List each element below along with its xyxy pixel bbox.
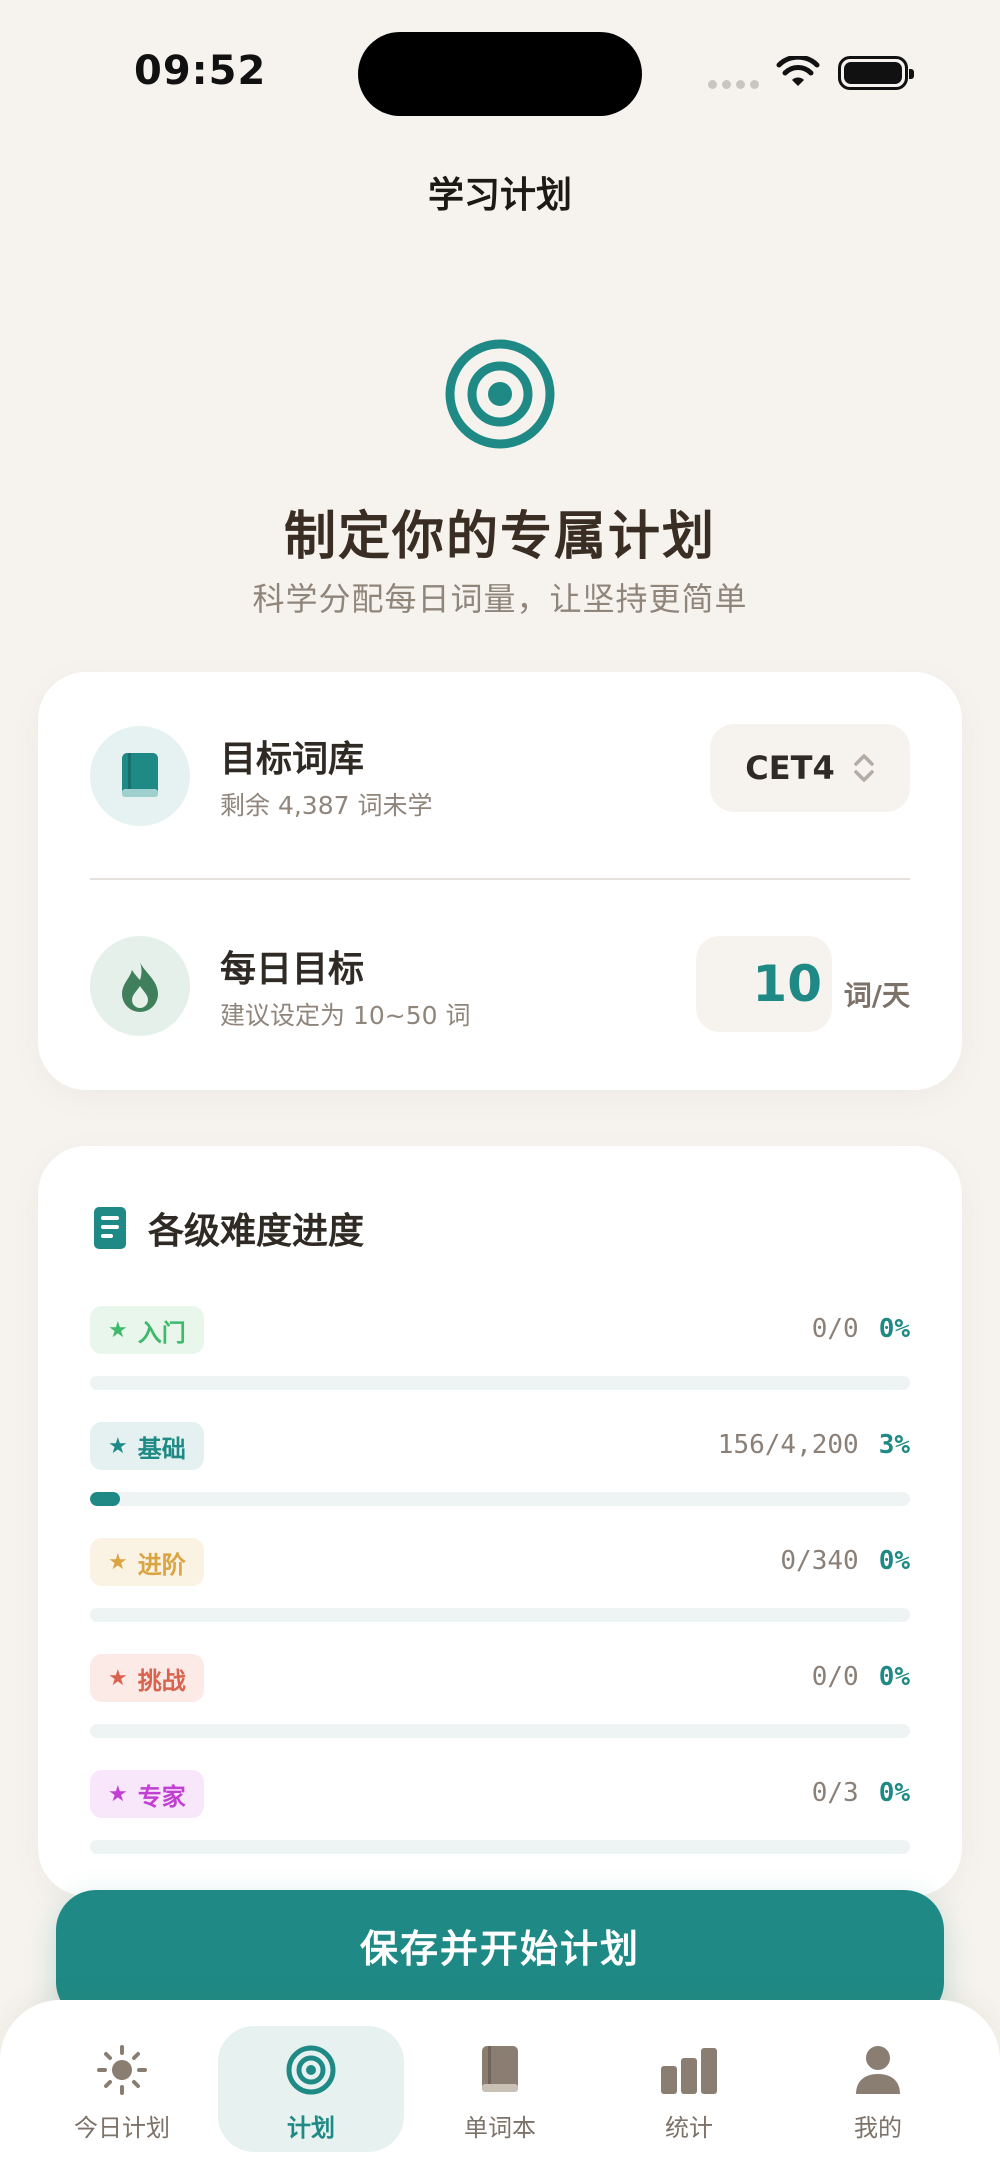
page-title: 学习计划	[427, 175, 572, 216]
level-percent: 0%	[878, 1778, 910, 1808]
tab-wordbook[interactable]: 单词本	[407, 2026, 593, 2152]
level-stats: 0/0 0%	[812, 1314, 910, 1344]
level-count: 0/0	[811, 1662, 859, 1692]
level-percent: 0%	[878, 1314, 910, 1344]
daily-goal-value: 10	[752, 955, 822, 1013]
chevron-updown-icon	[853, 754, 874, 782]
target-icon	[286, 2045, 336, 2095]
sun-icon	[97, 2045, 147, 2095]
progress-title: 各级难度进度	[148, 1211, 365, 1252]
word-bank-title: 目标词库	[220, 739, 365, 780]
battery-icon	[838, 56, 914, 90]
level-name: 挑战	[137, 1666, 186, 1695]
level-percent: 3%	[878, 1430, 910, 1460]
star-icon: ★	[108, 1433, 128, 1459]
tab-label: 计划	[287, 2114, 335, 2142]
tab-profile[interactable]: 我的	[785, 2026, 971, 2152]
difficulty-level-row: ★ 进阶 0/340 0%	[90, 1538, 910, 1628]
level-progress-track	[90, 1608, 910, 1622]
tab-bar: 今日计划 计划 单词本 统计 我的	[0, 2000, 1000, 2173]
level-percent: 0%	[878, 1662, 910, 1692]
level-name: 入门	[137, 1318, 186, 1347]
book-icon	[90, 726, 190, 826]
star-icon: ★	[108, 1665, 128, 1691]
word-bank-select[interactable]: CET4	[710, 724, 910, 812]
person-icon	[856, 2046, 900, 2094]
document-icon	[94, 1207, 126, 1249]
level-stats: 0/0 0%	[812, 1662, 910, 1692]
tab-label: 单词本	[464, 2114, 536, 2142]
tab-label: 今日计划	[74, 2114, 170, 2142]
flame-icon	[90, 936, 190, 1036]
level-name: 专家	[137, 1782, 186, 1811]
tab-label: 统计	[665, 2114, 713, 2142]
word-bank-remaining: 剩余 4,387 词未学	[220, 791, 433, 820]
difficulty-level-row: ★ 入门 0/0 0%	[90, 1306, 910, 1396]
level-progress-track	[90, 1840, 910, 1854]
level-stats: 0/3 0%	[812, 1778, 910, 1808]
level-progress-track	[90, 1724, 910, 1738]
level-stats: 156/4,200 3%	[718, 1430, 910, 1460]
level-progress-track	[90, 1492, 910, 1506]
level-count: 156/4,200	[717, 1430, 859, 1460]
level-percent: 0%	[878, 1546, 910, 1576]
level-stats: 0/340 0%	[780, 1546, 910, 1576]
level-count: 0/3	[811, 1778, 859, 1808]
daily-goal-unit: 词/天	[843, 979, 910, 1012]
tab-label: 我的	[854, 2114, 902, 2142]
hero-title: 制定你的专属计划	[283, 507, 716, 567]
bar-chart-icon	[661, 2048, 717, 2094]
level-count: 0/0	[811, 1314, 859, 1344]
difficulty-level-row: ★ 基础 156/4,200 3%	[90, 1422, 910, 1512]
level-badge: ★ 专家	[90, 1770, 204, 1818]
dynamic-island	[358, 32, 642, 116]
level-badge: ★ 挑战	[90, 1654, 204, 1702]
difficulty-level-row: ★ 专家 0/3 0%	[90, 1770, 910, 1860]
level-progress-bar	[90, 1492, 121, 1506]
divider	[90, 878, 910, 880]
progress-header: 各级难度进度	[94, 1202, 364, 1254]
level-badge: ★ 基础	[90, 1422, 204, 1470]
cellular-signal-icon	[708, 80, 759, 89]
daily-goal-hint: 建议设定为 10~50 词	[220, 1001, 471, 1030]
status-bar: 09:52	[0, 0, 1000, 150]
daily-goal-title: 每日目标	[220, 949, 365, 990]
star-icon: ★	[108, 1549, 128, 1575]
tab-statistics[interactable]: 统计	[596, 2026, 782, 2152]
target-icon	[445, 339, 555, 449]
hero-subtitle: 科学分配每日词量，让坚持更简单	[252, 580, 748, 618]
difficulty-progress-card: 各级难度进度 ★ 入门 0/0 0% ★ 基础 156/4,200 3% ★ 进阶 0/340 0% ★…	[38, 1146, 962, 1896]
level-badge: ★ 进阶	[90, 1538, 204, 1586]
level-badge: ★ 入门	[90, 1306, 204, 1354]
level-name: 基础	[137, 1434, 186, 1463]
plan-settings-card: 目标词库 剩余 4,387 词未学 CET4 每日目标 建议设定为 10~50 …	[38, 672, 962, 1090]
difficulty-level-row: ★ 挑战 0/0 0%	[90, 1654, 910, 1744]
daily-goal-row: 每日目标 建议设定为 10~50 词 10 词/天	[90, 934, 910, 1038]
star-icon: ★	[108, 1781, 128, 1807]
level-count: 0/340	[780, 1546, 859, 1576]
star-icon: ★	[108, 1317, 128, 1343]
daily-goal-input[interactable]: 10	[696, 936, 832, 1032]
book-icon	[482, 2046, 518, 2092]
status-time: 09:52	[134, 48, 267, 94]
word-bank-selected-value: CET4	[745, 749, 835, 787]
word-bank-row: 目标词库 剩余 4,387 词未学 CET4	[90, 724, 910, 828]
level-name: 进阶	[137, 1550, 186, 1579]
save-and-start-label: 保存并开始计划	[359, 1927, 640, 1971]
level-progress-track	[90, 1376, 910, 1390]
wifi-icon	[776, 56, 820, 86]
tab-plan[interactable]: 计划	[218, 2026, 404, 2152]
tab-today-plan[interactable]: 今日计划	[29, 2026, 215, 2152]
